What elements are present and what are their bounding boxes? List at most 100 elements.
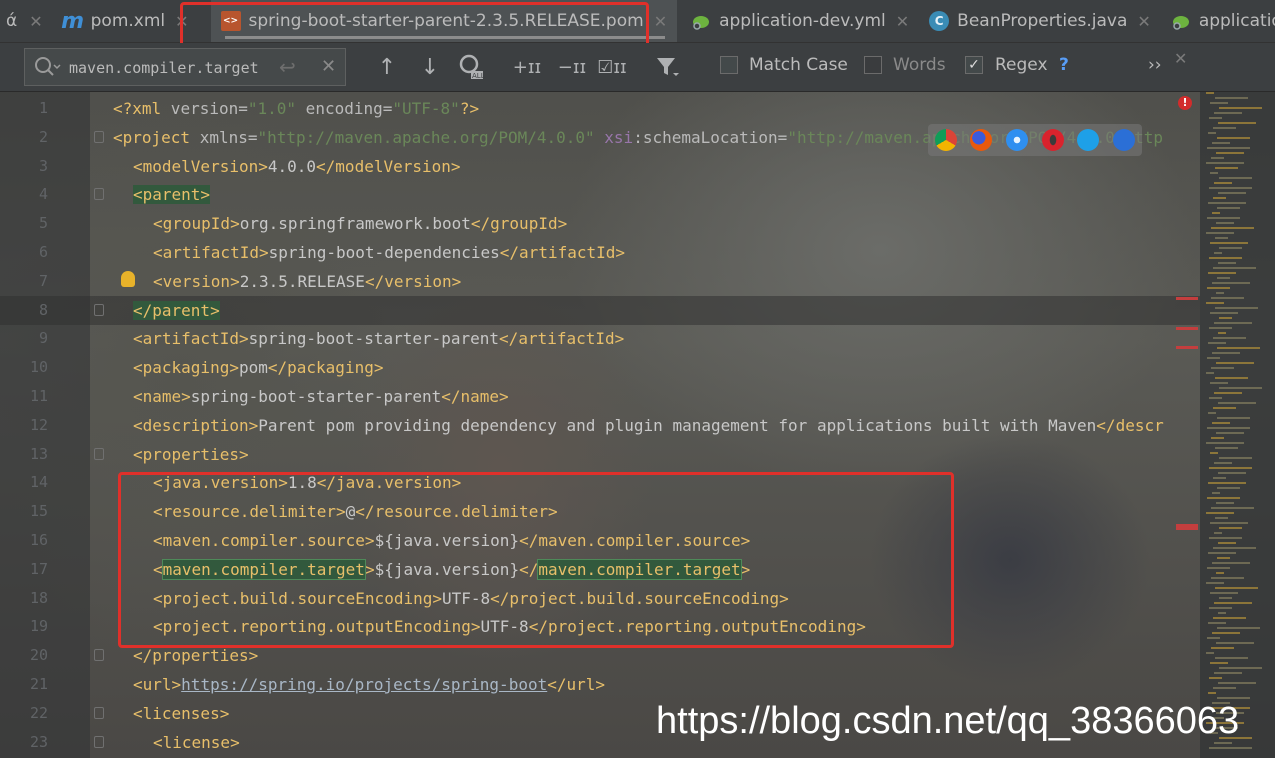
code-line[interactable]: 1 <?xml version="1.0" encoding="UTF-8"?> [0, 94, 1200, 123]
line-number[interactable]: 7 [0, 267, 48, 296]
code-line[interactable]: 20 </properties> [0, 641, 1200, 670]
code-line[interactable]: 4 <parent> [0, 180, 1200, 209]
words-checkbox[interactable] [864, 56, 882, 74]
fold-marker-icon[interactable] [94, 303, 104, 316]
minimap-line [1213, 127, 1236, 129]
minimap-line [1214, 182, 1232, 184]
line-number[interactable]: 9 [0, 324, 48, 353]
line-number[interactable]: 10 [0, 353, 48, 382]
close-icon[interactable]: ✕ [29, 12, 42, 31]
line-number[interactable]: 16 [0, 526, 48, 555]
fold-marker-icon[interactable] [94, 447, 104, 460]
close-icon[interactable]: ✕ [1137, 12, 1150, 31]
opera-icon[interactable] [1041, 129, 1064, 151]
chrome-icon[interactable] [934, 129, 957, 151]
line-number[interactable]: 18 [0, 584, 48, 613]
toggle-selection-icon[interactable]: ☑ɪɪ [597, 51, 627, 83]
fold-marker-icon[interactable] [94, 130, 104, 143]
code-line[interactable]: 21 <url>https://spring.io/projects/spring… [0, 670, 1200, 699]
code-line[interactable]: 15 <resource.delimiter>@</resource.delimi… [0, 497, 1200, 526]
regex-help-link[interactable]: ? [1059, 55, 1069, 75]
code-line[interactable]: 6 <artifactId>spring-boot-dependencies</a… [0, 238, 1200, 267]
regex-checkbox[interactable]: ✓ [965, 56, 983, 74]
minimap-line [1216, 502, 1234, 504]
code-line[interactable]: 8 </parent> [0, 295, 1200, 325]
line-number[interactable]: 14 [0, 468, 48, 497]
code-line[interactable]: 17 <maven.compiler.target>${java.version}… [0, 555, 1200, 584]
line-number[interactable]: 2 [0, 123, 48, 152]
code-line[interactable]: 10 <packaging>pom</packaging> [0, 353, 1200, 382]
regex-label[interactable]: Regex [995, 55, 1048, 75]
error-mark[interactable] [1176, 297, 1198, 300]
line-number[interactable]: 23 [0, 728, 48, 757]
code-line[interactable]: 14 <java.version>1.8</java.version> [0, 468, 1200, 497]
line-number[interactable]: 4 [0, 180, 48, 209]
minimap-line [1217, 627, 1260, 629]
code-line[interactable]: 7 <version>2.3.5.RELEASE</version> [0, 267, 1200, 296]
line-number[interactable]: 3 [0, 152, 48, 181]
close-icon[interactable]: ✕ [654, 12, 667, 31]
clear-search-icon[interactable]: ✕ [321, 56, 336, 77]
firefox-icon[interactable] [970, 129, 993, 151]
minimap-line [1208, 412, 1216, 414]
code-line[interactable]: 5 <groupId>org.springframework.boot</grou… [0, 209, 1200, 238]
next-occurrence-button[interactable]: ↓ [417, 51, 443, 83]
error-mark[interactable] [1176, 524, 1198, 530]
line-number[interactable]: 5 [0, 209, 48, 238]
code-line[interactable]: 11 <name>spring-boot-starter-parent</name… [0, 382, 1200, 411]
line-number[interactable]: 17 [0, 555, 48, 584]
close-icon[interactable]: ✕ [175, 12, 188, 31]
line-number[interactable]: 15 [0, 497, 48, 526]
internet-explorer-icon[interactable] [1077, 129, 1100, 151]
fold-marker-icon[interactable] [94, 735, 104, 748]
error-mark[interactable] [1176, 327, 1198, 330]
line-number[interactable]: 6 [0, 238, 48, 267]
select-all-occurrences-button[interactable]: ALL [456, 51, 486, 83]
line-number[interactable]: 11 [0, 382, 48, 411]
search-field[interactable]: ↩ ✕ [24, 48, 346, 86]
lightbulb-icon[interactable] [121, 270, 135, 287]
tab-bean-properties-java[interactable]: C BeanProperties.java ✕ [919, 0, 1161, 42]
tab-starter-parent-pom[interactable]: <> spring-boot-starter-parent-2.3.5.RELE… [210, 0, 678, 42]
search-input[interactable] [67, 56, 271, 80]
code-line[interactable]: 9 <artifactId>spring-boot-starter-parent<… [0, 324, 1200, 353]
error-mark[interactable] [1176, 346, 1198, 349]
code-line[interactable]: 18 <project.build.sourceEncoding>UTF-8</p… [0, 584, 1200, 613]
line-number[interactable]: 13 [0, 440, 48, 469]
previous-occurrence-button[interactable]: ↑ [374, 51, 400, 83]
code-line[interactable]: 16 <maven.compiler.source>${java.version}… [0, 526, 1200, 555]
fold-marker-icon[interactable] [94, 649, 104, 662]
error-icon[interactable]: ! [1178, 96, 1192, 110]
code-line[interactable]: 12 <description>Parent pom providing depe… [0, 411, 1200, 440]
edge-icon[interactable] [1113, 129, 1136, 151]
close-icon[interactable]: ✕ [896, 12, 909, 31]
replace-arrow-icon[interactable]: ↩ [279, 55, 296, 79]
filter-icon[interactable] [654, 51, 680, 83]
code-line[interactable]: 13 <properties> [0, 440, 1200, 469]
tab-overflow[interactable]: ά ✕ [0, 0, 47, 42]
code-token: </artifactId> [499, 243, 626, 262]
line-number[interactable]: 12 [0, 411, 48, 440]
fold-marker-icon[interactable] [94, 706, 104, 719]
minimap-line [1212, 352, 1240, 354]
match-case-label[interactable]: Match Case [749, 55, 848, 75]
line-number[interactable]: 21 [0, 670, 48, 699]
fold-marker-icon[interactable] [94, 188, 104, 201]
line-number[interactable]: 1 [0, 94, 48, 123]
add-selection-icon[interactable]: +ɪɪ [512, 51, 542, 83]
words-label[interactable]: Words [893, 55, 946, 75]
tab-pom-xml[interactable]: m pom.xml ✕ [47, 0, 199, 42]
remove-selection-icon[interactable]: −ɪɪ [557, 51, 587, 83]
close-find-icon[interactable]: ✕ [1174, 49, 1187, 68]
code-line[interactable]: 19 <project.reporting.outputEncoding>UTF-… [0, 612, 1200, 641]
code-editor[interactable]: 1 <?xml version="1.0" encoding="UTF-8"?> 2… [0, 92, 1200, 758]
line-number[interactable]: 8 [0, 296, 48, 325]
line-number[interactable]: 19 [0, 612, 48, 641]
tab-application-dev-yml[interactable]: application-dev.yml ✕ [681, 0, 919, 42]
tab-application-yml[interactable]: application.ym [1161, 0, 1275, 42]
safari-icon[interactable] [1006, 129, 1029, 151]
match-case-checkbox[interactable] [720, 56, 738, 74]
more-options-icon[interactable]: ›› [1148, 55, 1162, 75]
line-number[interactable]: 20 [0, 641, 48, 670]
line-number[interactable]: 22 [0, 699, 48, 728]
